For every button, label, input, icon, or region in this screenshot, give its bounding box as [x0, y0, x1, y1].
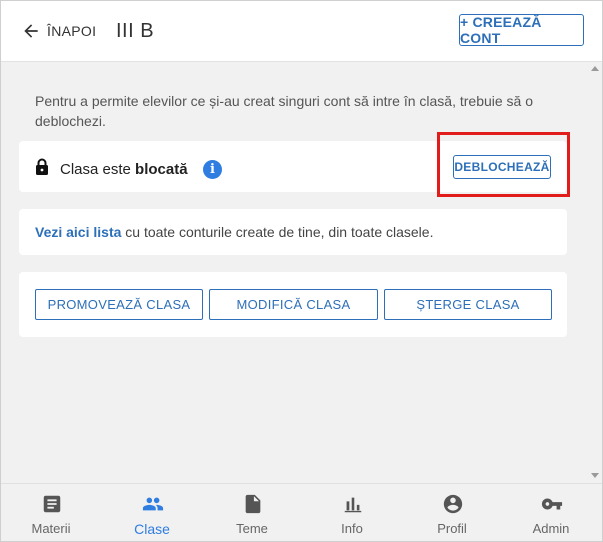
info-text: Pentru a permite elevilor ce și-au creat… — [35, 93, 534, 129]
account-circle-icon — [443, 494, 463, 514]
accounts-list-text: Vezi aici lista cu toate conturile creat… — [35, 224, 433, 240]
lock-icon — [36, 158, 48, 175]
nav-item-teme[interactable]: Teme — [202, 484, 302, 541]
key-icon — [541, 498, 563, 510]
nav-item-admin[interactable]: Admin — [501, 484, 601, 541]
back-label: ÎNAPOI — [47, 23, 97, 39]
nav-label: Admin — [532, 521, 570, 536]
arrow-left-icon — [24, 24, 38, 38]
scroll-down-arrow[interactable] — [591, 473, 599, 478]
header: ÎNAPOI III B + CREEAZĂ CONT — [1, 1, 602, 62]
accounts-list-link[interactable]: Vezi aici lista — [35, 224, 121, 240]
file-icon — [245, 494, 261, 514]
delete-class-button[interactable]: ȘTERGE CLASA — [384, 289, 552, 320]
nav-item-materii[interactable]: Materii — [1, 484, 101, 541]
back-button[interactable]: ÎNAPOI — [21, 19, 96, 43]
nav-label: Materii — [31, 521, 71, 536]
nav-item-profil[interactable]: Profil — [402, 484, 502, 541]
bottom-nav: Materii Clase Teme Info Profil Admin — [1, 483, 602, 541]
nav-item-clase[interactable]: Clase — [102, 484, 202, 541]
scroll-up-arrow[interactable] — [591, 66, 599, 71]
scrollbar[interactable] — [587, 62, 602, 483]
accounts-list-rest: cu toate conturile create de tine, din t… — [121, 224, 434, 240]
nav-label: Info — [341, 521, 363, 536]
lock-status-text: Clasa este blocată — [60, 161, 188, 178]
accounts-list-card: Vezi aici lista cu toate conturile creat… — [19, 209, 567, 255]
page-title: III B — [116, 20, 155, 42]
article-icon — [43, 495, 61, 513]
lock-status-card: Clasa este blocată i DEBLOCHEAZĂ — [19, 141, 567, 192]
unlock-button[interactable]: DEBLOCHEAZĂ — [453, 155, 551, 179]
info-icon[interactable]: i — [203, 160, 222, 179]
class-actions-card: PROMOVEAZĂ CLASA MODIFICĂ CLASA ȘTERGE C… — [19, 272, 567, 337]
app-frame: ÎNAPOI III B + CREEAZĂ CONT Pentru a per… — [0, 0, 603, 542]
nav-label: Teme — [236, 521, 268, 536]
bar-chart-icon — [344, 497, 362, 513]
lock-status-prefix: Clasa este — [60, 161, 136, 178]
nav-item-info[interactable]: Info — [302, 484, 402, 541]
create-account-button[interactable]: + CREEAZĂ CONT — [459, 14, 584, 46]
lock-status-value: blocată — [135, 161, 188, 178]
nav-label: Clase — [134, 521, 170, 537]
promote-class-button[interactable]: PROMOVEAZĂ CLASA — [35, 289, 203, 320]
people-icon — [142, 497, 164, 511]
nav-label: Profil — [437, 521, 467, 536]
modify-class-button[interactable]: MODIFICĂ CLASA — [209, 289, 378, 320]
